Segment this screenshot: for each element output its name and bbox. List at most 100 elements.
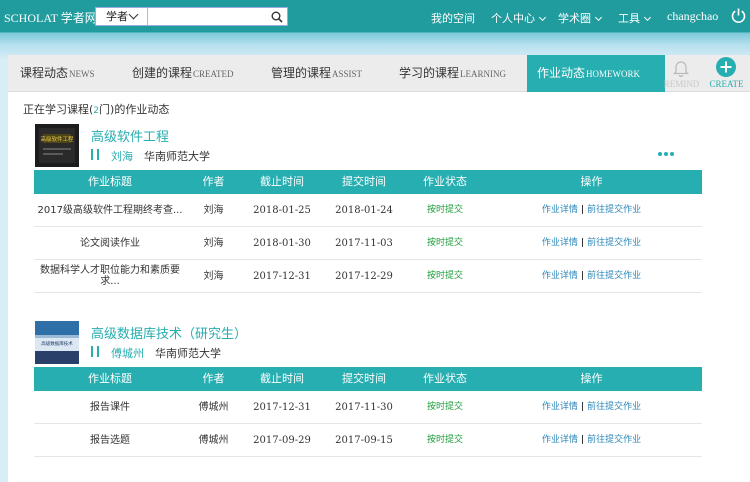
homework-status: 按时提交	[426, 402, 463, 412]
cover-title-text: 高级数据库技术	[41, 340, 73, 347]
col-status: 作业状态	[423, 372, 467, 385]
homework-status: 按时提交	[426, 435, 463, 445]
homework-actions: 作业详情 | 前往提交作业	[494, 194, 689, 227]
table-row: 报告课件 傅城州 2017-12-31 2017-11-30 按时提交 作业详情…	[34, 391, 702, 424]
homework-submitted: 2017-12-29	[335, 271, 393, 282]
homework-deadline: 2017-12-31	[253, 271, 311, 282]
homework-author: 傅城州	[198, 402, 229, 413]
action-separator: |	[580, 238, 585, 248]
tab-news-en: NEWS	[69, 69, 95, 79]
homework-submitted: 2017-11-03	[335, 238, 393, 249]
nav-tools-label: 工具	[618, 12, 640, 25]
teacher-name[interactable]: 刘海	[111, 148, 133, 164]
school-name: 华南师范大学	[155, 347, 221, 360]
intro-text: 正在学习课程(2门)的作业动态	[23, 101, 169, 117]
homework-author: 刘海	[203, 271, 224, 282]
brand-logo[interactable]: SCHOLAT 学者网	[4, 9, 97, 26]
nav-my-space[interactable]: 我的空间	[431, 10, 475, 26]
search-box: 学者	[95, 7, 288, 26]
table-row: 报告选题 傅城州 2017-09-29 2017-09-15 按时提交 作业详情…	[34, 424, 702, 457]
course-title[interactable]: 高级数据库技术（研究生）	[91, 323, 247, 342]
homework-detail-link[interactable]: 作业详情	[542, 271, 578, 281]
action-separator: |	[580, 435, 585, 445]
homework-status: 按时提交	[426, 238, 463, 248]
action-separator: |	[580, 205, 585, 215]
homework-title: 报告选题	[90, 435, 130, 446]
create-button[interactable]: CREATE	[704, 55, 749, 92]
col-deadline: 截止时间	[260, 372, 304, 385]
homework-author: 刘海	[203, 205, 224, 216]
tab-learning-label: 学习的课程	[399, 66, 460, 80]
homework-detail-link[interactable]: 作业详情	[542, 402, 578, 412]
tab-assist[interactable]: 管理的课程ASSIST	[271, 55, 362, 92]
homework-detail-link[interactable]: 作业详情	[542, 435, 578, 445]
search-type-select[interactable]: 学者	[96, 8, 148, 25]
tab-learning-en: LEARNING	[460, 69, 507, 79]
homework-detail-link[interactable]: 作业详情	[542, 238, 578, 248]
power-icon[interactable]	[730, 7, 747, 24]
col-submitted: 提交时间	[342, 372, 386, 385]
tab-bar: 课程动态NEWS 创建的课程CREATED 管理的课程ASSIST 学习的课程L…	[8, 55, 750, 92]
table-row: 数据科学人才职位能力和素质要求... 刘海 2017-12-31 2017-12…	[34, 260, 702, 293]
col-deadline: 截止时间	[260, 175, 304, 188]
nav-academic-circle[interactable]: 学术圈	[558, 10, 603, 26]
tab-homework-label: 作业动态	[537, 66, 586, 80]
chevron-down-icon	[643, 13, 652, 22]
user-name[interactable]: changchao	[667, 9, 718, 24]
homework-detail-link[interactable]: 作业详情	[542, 205, 578, 215]
homework-status: 按时提交	[426, 205, 463, 215]
course-cover-image[interactable]: 高级数据库技术	[35, 321, 79, 364]
bell-icon	[672, 61, 690, 78]
teacher-marker	[91, 149, 99, 160]
course-title[interactable]: 高级软件工程	[91, 126, 169, 145]
tab-homework[interactable]: 作业动态HOMEWORK	[527, 55, 665, 92]
tab-created[interactable]: 创建的课程CREATED	[132, 55, 234, 92]
homework-panel: 正在学习课程(2门)的作业动态 高级软件工程 高级软件工程 刘海 华南师范大学 …	[8, 92, 750, 482]
submit-homework-link[interactable]: 前往提交作业	[587, 205, 641, 215]
homework-actions: 作业详情 | 前往提交作业	[494, 227, 689, 260]
nav-personal-center-label: 个人中心	[491, 12, 535, 25]
col-title: 作业标题	[88, 175, 132, 188]
top-bar: SCHOLAT 学者网 学者 我的空间 个人中心 学术圈 工具 changcha…	[0, 0, 750, 32]
nav-tools[interactable]: 工具	[618, 10, 652, 26]
homework-title: 论文阅读作业	[80, 238, 140, 249]
nav-personal-center[interactable]: 个人中心	[491, 10, 547, 26]
col-author: 作者	[202, 372, 225, 385]
col-status: 作业状态	[423, 175, 467, 188]
course-cover-image[interactable]: 高级软件工程	[35, 124, 79, 167]
intro-suffix: 门)的作业动态	[99, 103, 170, 116]
homework-author: 傅城州	[198, 435, 229, 446]
action-separator: |	[580, 271, 585, 281]
homework-deadline: 2018-01-30	[253, 238, 311, 249]
search-input[interactable]	[150, 8, 260, 25]
submit-homework-link[interactable]: 前往提交作业	[587, 238, 641, 248]
homework-deadline: 2018-01-25	[253, 205, 311, 216]
tab-learning[interactable]: 学习的课程LEARNING	[399, 55, 506, 92]
col-operation: 操作	[580, 175, 603, 188]
search-type-label: 学者	[106, 10, 128, 23]
more-icon[interactable]	[658, 152, 676, 157]
homework-title: 2017级高级软件工程期终考查...	[37, 205, 183, 216]
submit-homework-link[interactable]: 前往提交作业	[587, 402, 641, 412]
table-row: 论文阅读作业 刘海 2018-01-30 2017-11-03 按时提交 作业详…	[34, 227, 702, 260]
homework-author: 刘海	[203, 238, 224, 249]
intro-prefix: 正在学习课程(	[23, 103, 94, 116]
search-icon[interactable]	[271, 11, 283, 23]
tab-news-label: 课程动态	[20, 66, 69, 80]
action-separator: |	[580, 402, 585, 412]
remind-button[interactable]: REMIND	[659, 55, 704, 92]
table-header: 作业标题 作者 截止时间 提交时间 作业状态 操作	[34, 170, 702, 194]
submit-homework-link[interactable]: 前往提交作业	[587, 435, 641, 445]
homework-title: 数据科学人才职位能力和素质要求...	[40, 265, 180, 287]
tab-homework-en: HOMEWORK	[586, 69, 641, 79]
homework-status: 按时提交	[426, 271, 463, 281]
tab-created-en: CREATED	[193, 69, 234, 79]
remind-label: REMIND	[663, 79, 700, 89]
homework-deadline: 2017-09-29	[253, 435, 311, 446]
homework-actions: 作业详情 | 前往提交作业	[494, 424, 689, 457]
teacher-name[interactable]: 傅城州	[111, 345, 144, 361]
chevron-down-icon	[128, 9, 139, 20]
nav-academic-circle-label: 学术圈	[558, 12, 591, 25]
submit-homework-link[interactable]: 前往提交作业	[587, 271, 641, 281]
tab-news[interactable]: 课程动态NEWS	[20, 55, 95, 92]
